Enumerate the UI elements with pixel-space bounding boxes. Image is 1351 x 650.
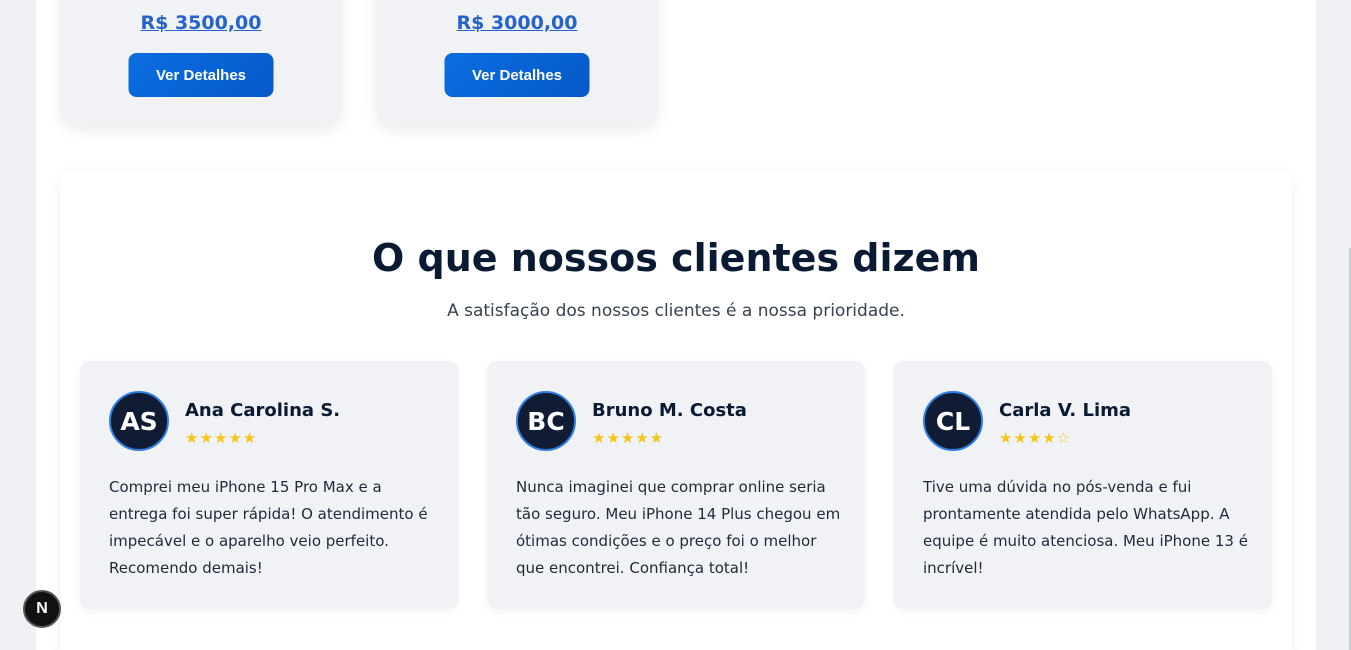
review-card: BC Bruno M. Costa ★★★★★ Nunca imaginei q… <box>487 361 865 609</box>
product-price-link[interactable]: R$ 3500,00 <box>60 12 342 34</box>
review-text: Comprei meu iPhone 15 Pro Max e a entreg… <box>109 478 428 577</box>
section-title: O que nossos clientes dizem <box>371 236 981 280</box>
nextjs-icon[interactable]: N <box>23 590 61 628</box>
product-card: R$ 3000,00 Ver Detalhes <box>376 0 658 124</box>
star-rating: ★★★★☆ <box>999 429 1072 447</box>
reviewer-name: Bruno M. Costa <box>592 400 747 421</box>
star-rating: ★★★★★ <box>185 429 258 447</box>
reviewer-name: Carla V. Lima <box>999 400 1132 421</box>
star-rating: ★★★★★ <box>592 429 665 447</box>
review-card: AS Ana Carolina S. ★★★★★ Comprei meu iPh… <box>80 361 458 609</box>
view-details-button[interactable]: Ver Detalhes <box>128 53 274 97</box>
testimonials-section: O que nossos clientes dizem A satisfação… <box>60 170 1292 650</box>
page: R$ 3500,00 Ver Detalhes R$ 3000,00 Ver D… <box>36 0 1316 650</box>
reviewer-name: Ana Carolina S. <box>185 400 341 421</box>
avatar: CL <box>923 391 983 451</box>
view-details-button[interactable]: Ver Detalhes <box>444 53 590 97</box>
product-card: R$ 3500,00 Ver Detalhes <box>60 0 342 124</box>
section-subtitle: A satisfação dos nossos clientes é a nos… <box>447 301 905 321</box>
avatar: AS <box>109 391 169 451</box>
review-text: Nunca imaginei que comprar online seria … <box>516 478 841 577</box>
scrollbar[interactable] <box>1316 0 1351 650</box>
product-price-link[interactable]: R$ 3000,00 <box>376 12 658 34</box>
avatar: BC <box>516 391 576 451</box>
review-text: Tive uma dúvida no pós-venda e fui pront… <box>923 478 1248 577</box>
review-card: CL Carla V. Lima ★★★★☆ Tive uma dúvida n… <box>894 361 1272 609</box>
